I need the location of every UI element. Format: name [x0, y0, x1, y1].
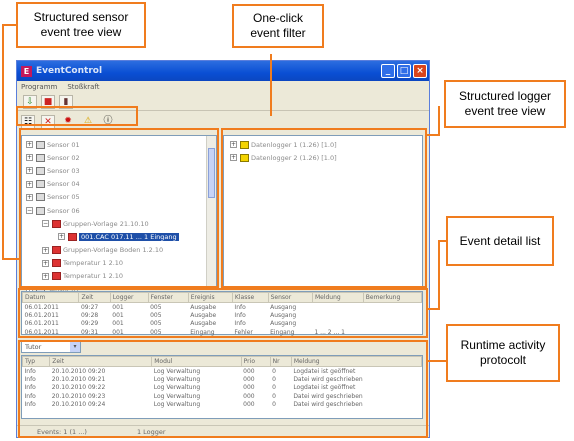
window-title: EventControl — [36, 66, 103, 76]
callout-line — [2, 24, 16, 26]
callout-event-detail: Event detail list — [446, 216, 554, 266]
callout-runtime-log: Runtime activity protocolt — [446, 324, 560, 382]
callout-line — [426, 134, 440, 136]
callout-line — [2, 258, 20, 260]
callout-logger-tree: Structured logger event tree view — [444, 80, 566, 128]
menu-bar: Programm Stoßkraft — [17, 81, 429, 93]
callout-line — [428, 308, 440, 310]
minimize-button[interactable]: _ — [381, 64, 395, 78]
callout-one-click-filter: One-click event filter — [232, 4, 324, 48]
detail-highlight — [18, 288, 428, 338]
log-highlight — [18, 340, 428, 438]
menu-item-2[interactable]: Stoßkraft — [67, 83, 99, 91]
app-icon: E — [21, 65, 32, 77]
callout-sensor-tree: Structured sensor event tree view — [16, 2, 146, 48]
callout-line — [438, 106, 440, 136]
callout-line — [270, 54, 272, 116]
title-bar: E EventControl _ □ × — [17, 61, 429, 81]
callout-line — [2, 24, 4, 260]
close-button[interactable]: × — [413, 64, 427, 78]
callout-line — [438, 240, 440, 310]
menu-item-programm[interactable]: Programm — [21, 83, 57, 91]
sensor-tree-highlight — [19, 128, 219, 288]
filter-highlight — [16, 106, 138, 126]
callout-line — [428, 360, 448, 362]
maximize-button[interactable]: □ — [397, 64, 411, 78]
logger-tree-highlight — [221, 128, 427, 288]
